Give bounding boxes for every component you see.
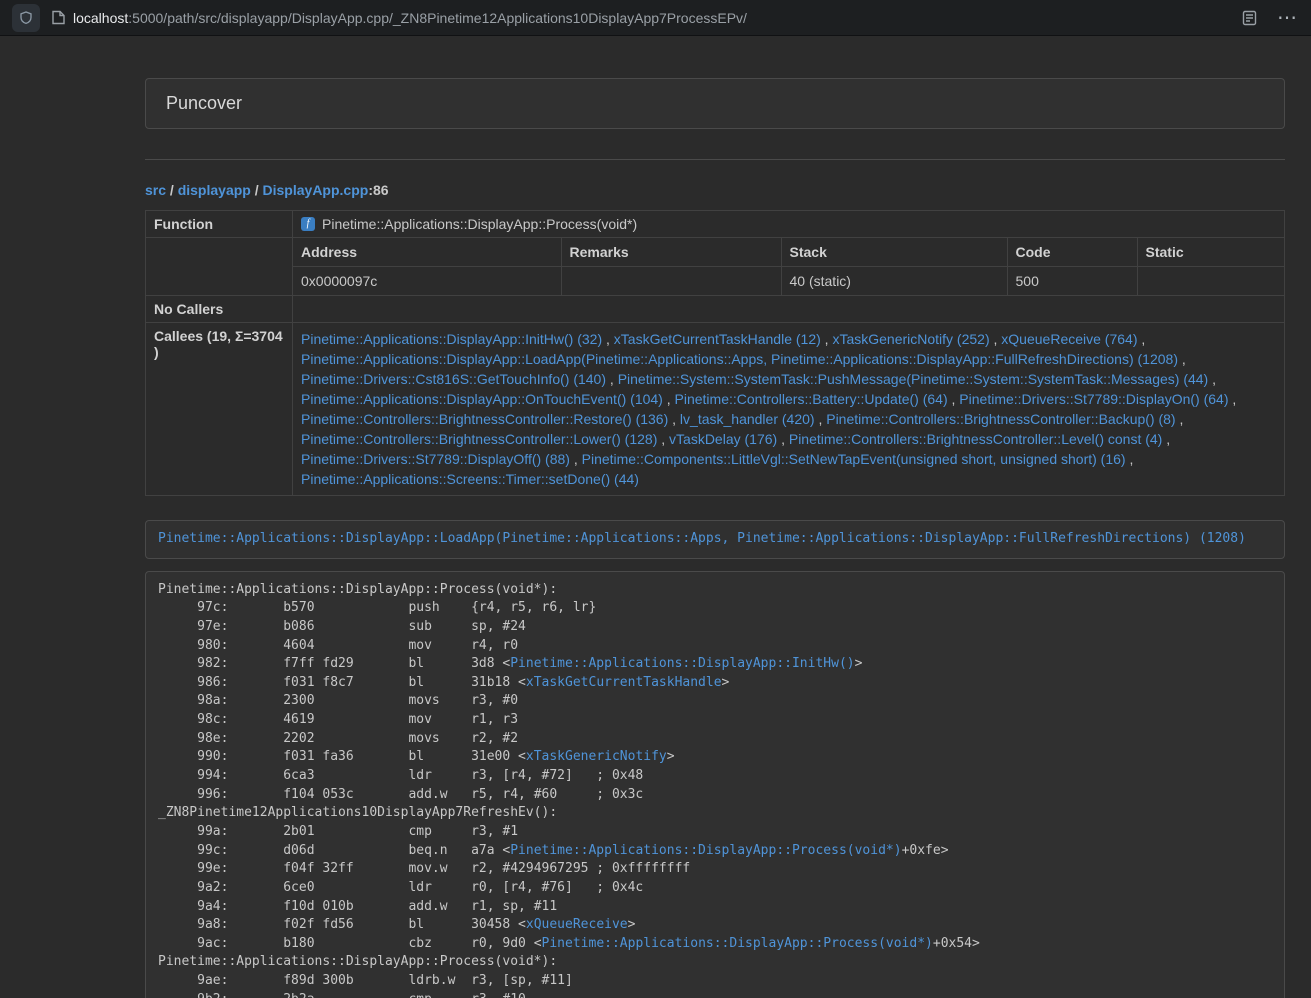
symbol-link[interactable]: Pinetime::Applications::DisplayApp::Proc… bbox=[510, 843, 901, 858]
breadcrumb-link[interactable]: displayapp bbox=[178, 182, 251, 198]
callee-link[interactable]: Pinetime::Components::LittleVgl::SetNewT… bbox=[582, 451, 1126, 467]
callee-link[interactable]: Pinetime::Applications::DisplayApp::Init… bbox=[301, 331, 602, 347]
static-header: Static bbox=[1137, 238, 1284, 267]
callee-link[interactable]: xQueueReceive (764) bbox=[1001, 331, 1137, 347]
breadcrumb-line-number: :86 bbox=[368, 182, 388, 198]
reader-view-icon[interactable] bbox=[1242, 10, 1257, 26]
callee-link[interactable]: Pinetime::Applications::DisplayApp::Load… bbox=[301, 351, 1178, 367]
callee-link[interactable]: Pinetime::System::SystemTask::PushMessag… bbox=[618, 371, 1209, 387]
overflow-menu-icon[interactable]: ⋯ bbox=[1277, 8, 1297, 28]
function-label: Function bbox=[146, 211, 293, 238]
callee-link[interactable]: Pinetime::Controllers::Battery::Update()… bbox=[675, 391, 948, 407]
browser-topbar: localhost:5000/path/src/displayapp/Displ… bbox=[0, 0, 1311, 36]
highlighted-symbol-box: Pinetime::Applications::DisplayApp::Load… bbox=[145, 520, 1285, 559]
code-header: Code bbox=[1007, 238, 1137, 267]
page-container: Puncover src / displayapp / DisplayApp.c… bbox=[145, 78, 1285, 998]
no-callers-row: No Callers bbox=[146, 296, 1285, 323]
stack-value: 40 (static) bbox=[781, 267, 1007, 296]
callee-link[interactable]: Pinetime::Drivers::St7789::DisplayOff() … bbox=[301, 451, 570, 467]
no-callers-label: No Callers bbox=[146, 296, 293, 323]
function-row: Function f Pinetime::Applications::Displ… bbox=[146, 211, 1285, 238]
callee-link[interactable]: lv_task_handler (420) bbox=[680, 411, 815, 427]
callee-link[interactable]: Pinetime::Applications::DisplayApp::OnTo… bbox=[301, 391, 663, 407]
details-table: Address Remarks Stack Code Static 0x0000… bbox=[293, 238, 1284, 295]
no-callers-cell bbox=[293, 296, 1285, 323]
symbol-link[interactable]: Pinetime::Applications::DisplayApp::Init… bbox=[510, 656, 854, 671]
callee-link[interactable]: Pinetime::Applications::Screens::Timer::… bbox=[301, 471, 639, 487]
symbol-link[interactable]: xTaskGenericNotify bbox=[526, 749, 667, 764]
symbol-link[interactable]: xQueueReceive bbox=[526, 917, 628, 932]
callee-link[interactable]: xTaskGetCurrentTaskHandle (12) bbox=[614, 331, 821, 347]
url-path: :5000/path/src/displayapp/DisplayApp.cpp… bbox=[128, 10, 747, 26]
page-title: Puncover bbox=[166, 93, 1264, 114]
url-bar[interactable]: localhost:5000/path/src/displayapp/Displ… bbox=[52, 10, 1230, 26]
callees-label: Callees (19, Σ=3704 ) bbox=[146, 323, 293, 496]
details-value-row: 0x0000097c 40 (static) 500 bbox=[293, 267, 1284, 296]
shield-icon bbox=[18, 10, 34, 26]
symbol-link[interactable]: Pinetime::Applications::DisplayApp::Proc… bbox=[542, 936, 933, 951]
breadcrumb-link[interactable]: DisplayApp.cpp bbox=[263, 182, 369, 198]
header-panel: Puncover bbox=[145, 78, 1285, 129]
url-host: localhost bbox=[73, 10, 128, 26]
breadcrumb: src / displayapp / DisplayApp.cpp:86 bbox=[145, 182, 1285, 198]
address-value: 0x0000097c bbox=[293, 267, 561, 296]
callee-link[interactable]: vTaskDelay (176) bbox=[669, 431, 777, 447]
disassembly-box: Pinetime::Applications::DisplayApp::Proc… bbox=[145, 571, 1285, 998]
remarks-value bbox=[561, 267, 781, 296]
callee-link[interactable]: Pinetime::Controllers::BrightnessControl… bbox=[826, 411, 1175, 427]
callee-link[interactable]: Pinetime::Controllers::BrightnessControl… bbox=[301, 411, 668, 427]
code-value: 500 bbox=[1007, 267, 1137, 296]
details-table-cell: Address Remarks Stack Code Static 0x0000… bbox=[293, 238, 1285, 296]
symbol-link[interactable]: xTaskGetCurrentTaskHandle bbox=[526, 675, 722, 690]
static-value bbox=[1137, 267, 1284, 296]
address-header: Address bbox=[293, 238, 561, 267]
callee-link[interactable]: Pinetime::Controllers::BrightnessControl… bbox=[301, 431, 657, 447]
callees-list: Pinetime::Applications::DisplayApp::Init… bbox=[293, 323, 1285, 496]
stack-header: Stack bbox=[781, 238, 1007, 267]
shield-button[interactable] bbox=[12, 4, 40, 32]
callee-link[interactable]: Pinetime::Drivers::Cst816S::GetTouchInfo… bbox=[301, 371, 606, 387]
function-symbol: Pinetime::Applications::DisplayApp::Proc… bbox=[322, 216, 637, 232]
callee-link[interactable]: Pinetime::Controllers::BrightnessControl… bbox=[789, 431, 1162, 447]
symbol-table: Function f Pinetime::Applications::Displ… bbox=[145, 210, 1285, 496]
remarks-header: Remarks bbox=[561, 238, 781, 267]
callee-link[interactable]: xTaskGenericNotify (252) bbox=[832, 331, 989, 347]
highlighted-symbol-link[interactable]: Pinetime::Applications::DisplayApp::Load… bbox=[158, 531, 1246, 546]
details-header-row: Address Remarks Stack Code Static bbox=[293, 238, 1284, 267]
details-row: Address Remarks Stack Code Static 0x0000… bbox=[146, 238, 1285, 296]
function-symbol-cell: f Pinetime::Applications::DisplayApp::Pr… bbox=[293, 211, 1285, 238]
function-icon: f bbox=[301, 217, 315, 231]
divider bbox=[145, 159, 1285, 160]
callees-row: Callees (19, Σ=3704 ) Pinetime::Applicat… bbox=[146, 323, 1285, 496]
document-icon bbox=[52, 10, 65, 25]
details-label-cell bbox=[146, 238, 293, 296]
callee-link[interactable]: Pinetime::Drivers::St7789::DisplayOn() (… bbox=[959, 391, 1228, 407]
breadcrumb-link[interactable]: src bbox=[145, 182, 166, 198]
